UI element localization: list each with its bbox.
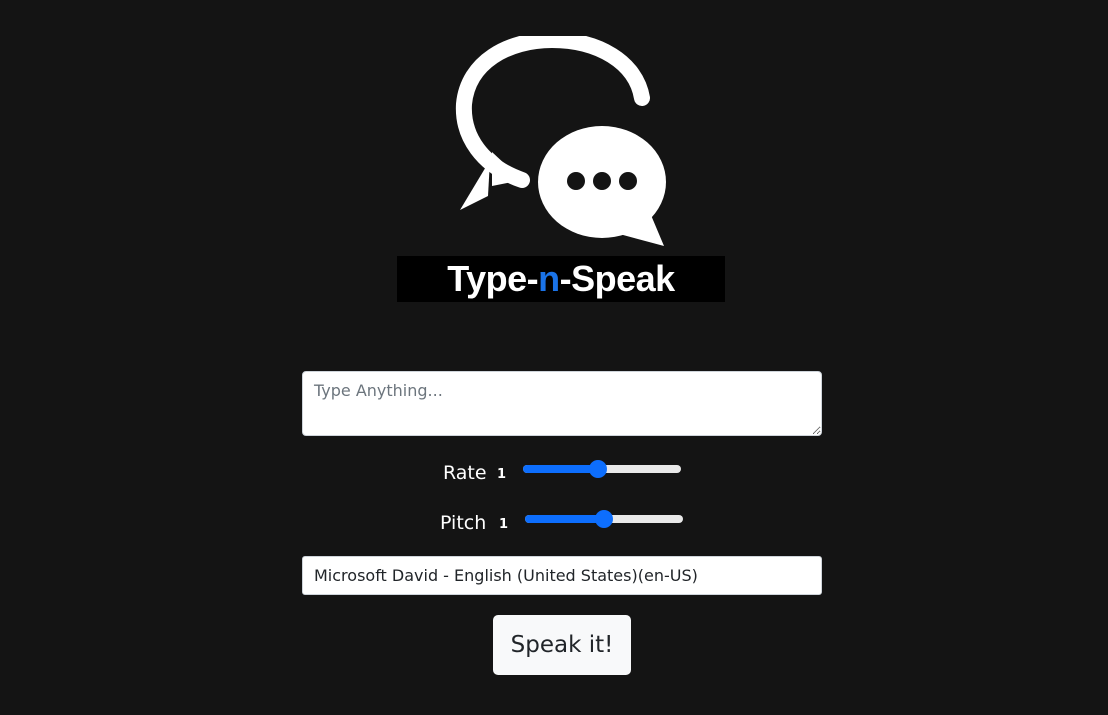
text-input[interactable] xyxy=(302,371,822,436)
voice-select-value: Microsoft David - English (United States… xyxy=(314,566,698,585)
pitch-slider-thumb[interactable] xyxy=(595,510,613,528)
rate-slider-thumb[interactable] xyxy=(589,460,607,478)
rate-label: Rate xyxy=(443,462,487,484)
voice-select[interactable]: Microsoft David - English (United States… xyxy=(302,556,822,595)
pitch-slider-fill xyxy=(525,515,604,523)
rate-value: 1 xyxy=(497,467,507,482)
pitch-control: Pitch 1 xyxy=(0,508,1108,538)
rate-control: Rate 1 xyxy=(0,458,1108,488)
chat-bubbles-icon xyxy=(455,36,666,246)
logo-text: Type-n-Speak xyxy=(447,258,675,299)
pitch-value: 1 xyxy=(499,517,509,532)
pitch-slider[interactable] xyxy=(525,510,683,528)
speak-button[interactable]: Speak it! xyxy=(493,615,631,675)
logo-banner: Type-n-Speak xyxy=(397,256,725,302)
rate-slider[interactable] xyxy=(523,460,681,478)
rate-slider-fill xyxy=(523,465,598,473)
pitch-label: Pitch xyxy=(440,512,487,534)
